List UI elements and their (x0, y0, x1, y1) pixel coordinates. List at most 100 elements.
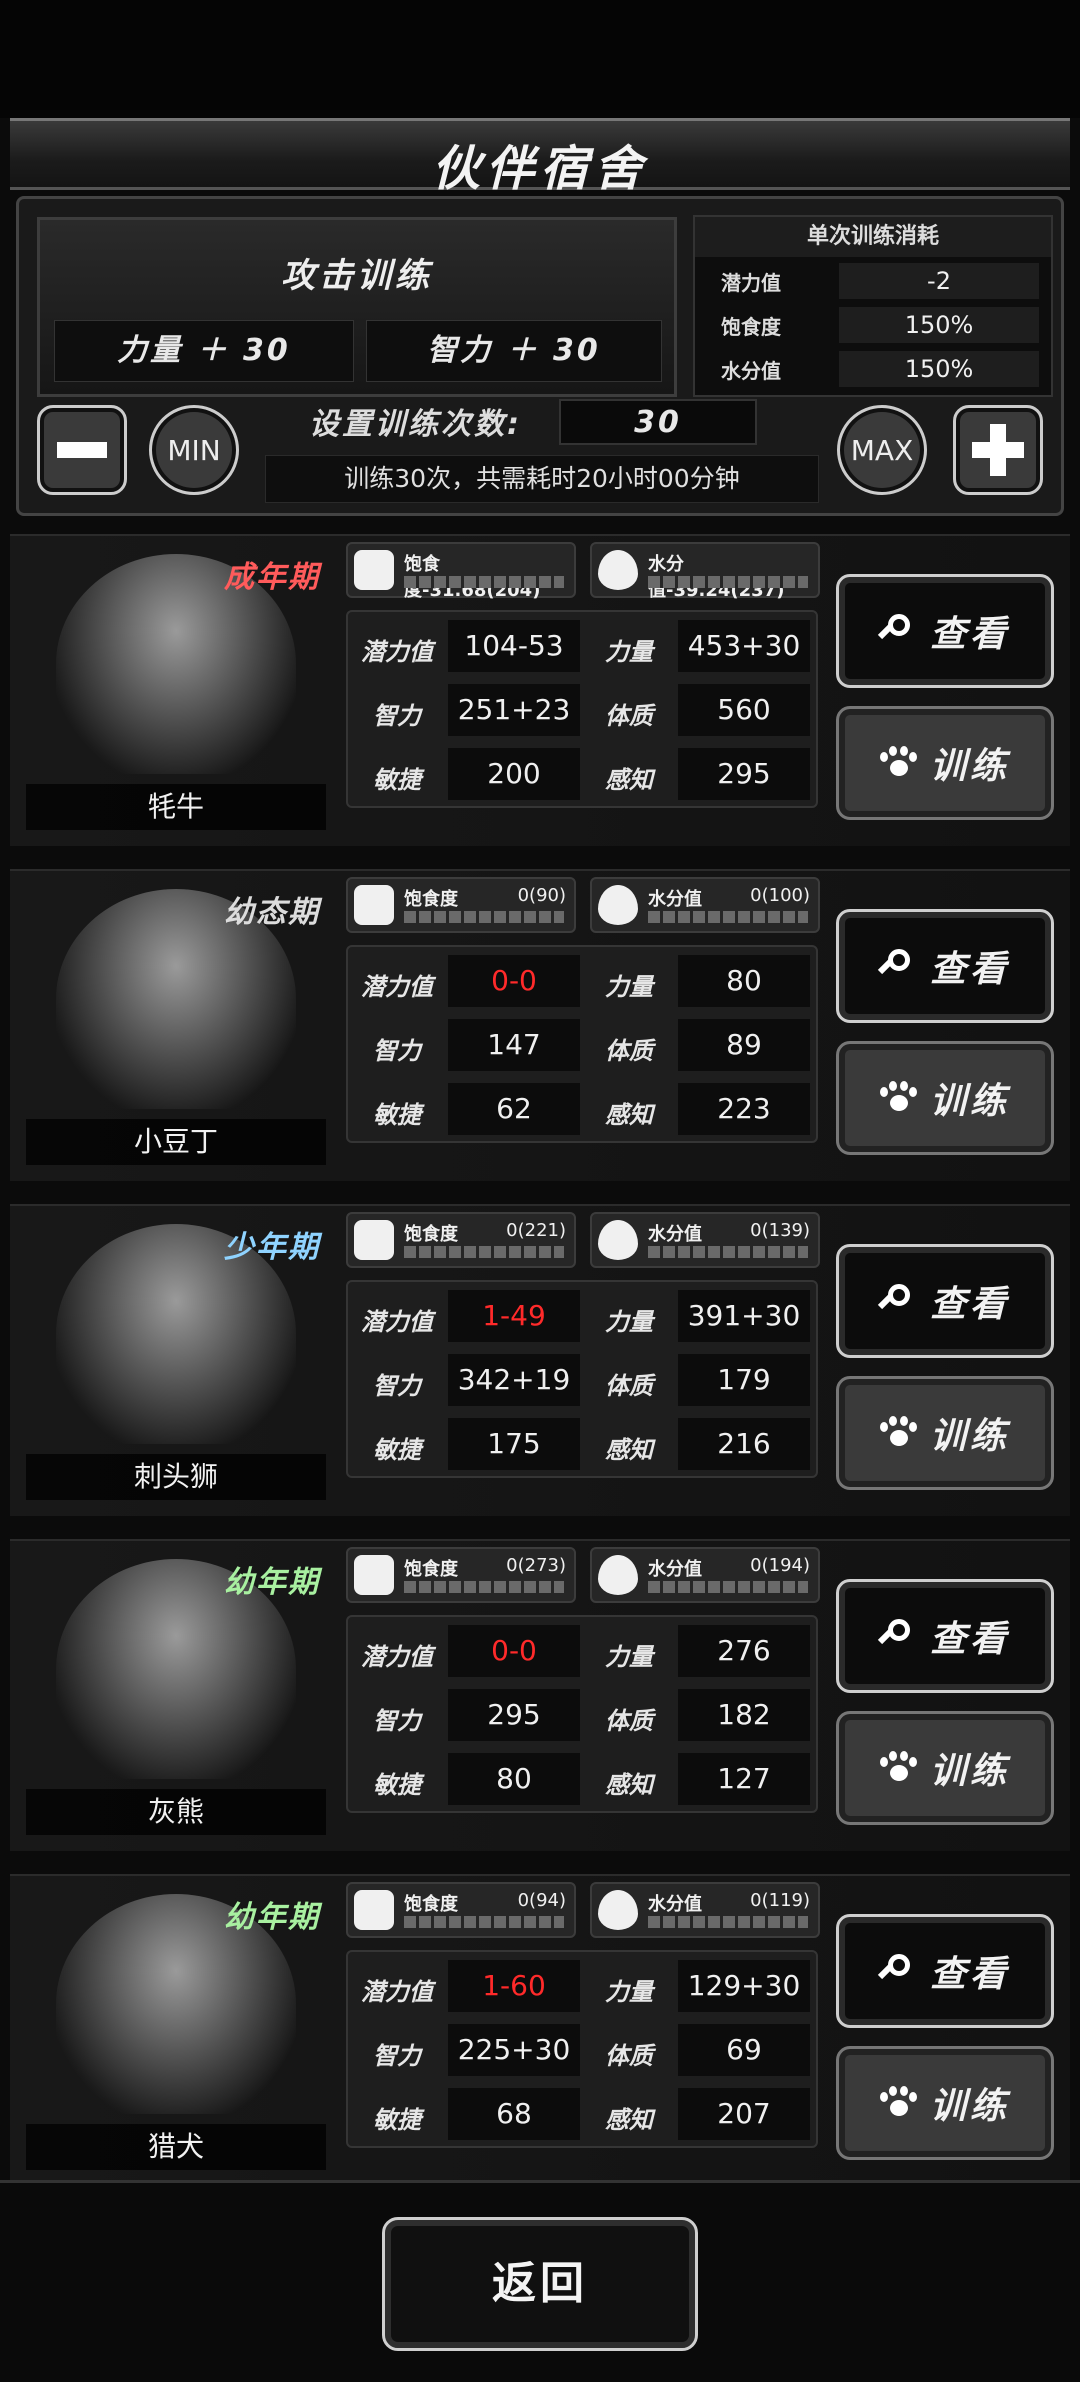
view-button[interactable]: 查看 (836, 1914, 1054, 2028)
paw-icon (879, 2086, 917, 2120)
training-panel: 攻击训练 力量 ＋ 30 智力 ＋ 30 单次训练消耗 潜力值 -2 饱食度 1… (16, 196, 1064, 516)
cost-row: 饱食度 150% (705, 305, 1045, 345)
constitution-label: 体质 (605, 1037, 653, 1065)
water-bar (648, 1246, 808, 1258)
stats-grid: 潜力值 1-60 力量 129+30 智力 225+30 体质 69 敏捷 68… (346, 1950, 818, 2148)
satiety-bar (404, 1581, 564, 1593)
satiety-label: 饱食度 (404, 1224, 458, 1245)
strength-label: 力量 (605, 1978, 653, 2006)
count-input[interactable]: 30 (559, 399, 757, 445)
satiety-bar (404, 576, 564, 588)
water-meter: 水分值 0(119) (590, 1882, 820, 1938)
paw-icon (879, 746, 917, 780)
cost-title: 单次训练消耗 (695, 217, 1051, 257)
train-button[interactable]: 训练 (836, 2046, 1054, 2160)
constitution-label: 体质 (605, 1707, 653, 1735)
strength-bonus: 力量 ＋ 30 (54, 320, 354, 382)
view-button[interactable]: 查看 (836, 1579, 1054, 1693)
water-label: 水分值 (648, 1559, 702, 1580)
potential-value: 1-49 (448, 1290, 580, 1342)
agility-value: 175 (448, 1418, 580, 1470)
water-bar (648, 911, 808, 923)
potential-label: 潜力值 (361, 1978, 433, 2006)
train-button[interactable]: 训练 (836, 1041, 1054, 1155)
max-button[interactable]: MAX (837, 405, 927, 495)
satiety-value: 0(273) (506, 1555, 566, 1576)
count-label: 设置训练次数: (309, 407, 522, 442)
back-button[interactable]: 返回 (382, 2217, 698, 2351)
top-bar (0, 0, 1080, 118)
train-button[interactable]: 训练 (836, 1711, 1054, 1825)
intellect-value: 225+30 (448, 2024, 580, 2076)
stomach-icon (354, 1890, 394, 1930)
perception-value: 127 (678, 1753, 810, 1805)
potential-value: 104-53 (448, 620, 580, 672)
train-label: 训练 (929, 1751, 1010, 1792)
strength-value: 453+30 (678, 620, 810, 672)
perception-label: 感知 (605, 1101, 653, 1129)
cost-label: 水分值 (721, 359, 781, 383)
water-drop-icon (598, 885, 638, 925)
satiety-label: 饱食度 (404, 1894, 458, 1915)
view-button[interactable]: 查看 (836, 574, 1054, 688)
agility-label: 敏捷 (373, 1771, 421, 1799)
constitution-label: 体质 (605, 702, 653, 730)
train-button[interactable]: 训练 (836, 1376, 1054, 1490)
potential-label: 潜力值 (361, 638, 433, 666)
perception-value: 216 (678, 1418, 810, 1470)
water-meter: 水分值 0(139) (590, 1212, 820, 1268)
intellect-label: 智力 (373, 1037, 421, 1065)
min-button[interactable]: MIN (149, 405, 239, 495)
view-label: 查看 (929, 1619, 1010, 1660)
companion-card: 小豆丁 幼态期 饱食度 0(90) 水分值 0(100) 潜力值 0-0 力量 … (0, 865, 1080, 1183)
satiety-meter: 饱食度 0(221) (346, 1212, 576, 1268)
satiety-meter: 饱食度-31.68(204) (346, 542, 576, 601)
magnifier-icon (880, 1954, 914, 1988)
stomach-icon (354, 550, 394, 590)
water-bar (648, 576, 808, 588)
constitution-value: 179 (678, 1354, 810, 1406)
intellect-value: 295 (448, 1689, 580, 1741)
potential-label: 潜力值 (361, 1643, 433, 1671)
minus-icon (57, 442, 107, 458)
satiety-label: 饱食度 (404, 1559, 458, 1580)
cost-value: 150% (839, 307, 1039, 343)
strength-value: 276 (678, 1625, 810, 1677)
companion-name: 猎犬 (26, 2124, 326, 2170)
intellect-label: 智力 (373, 2042, 421, 2070)
satiety-bar (404, 1916, 564, 1928)
train-button[interactable]: 训练 (836, 706, 1054, 820)
perception-label: 感知 (605, 766, 653, 794)
training-name: 攻击训练 (281, 256, 433, 296)
water-value: 0(139) (750, 1220, 810, 1241)
perception-value: 295 (678, 748, 810, 800)
satiety-value: 0(94) (517, 1890, 566, 1911)
companion-card: 刺头狮 少年期 饱食度 0(221) 水分值 0(139) 潜力值 1-49 力… (0, 1200, 1080, 1518)
view-button[interactable]: 查看 (836, 1244, 1054, 1358)
water-drop-icon (598, 1890, 638, 1930)
agility-value: 62 (448, 1083, 580, 1135)
water-drop-icon (598, 1555, 638, 1595)
magnifier-icon (880, 949, 914, 983)
increase-button[interactable] (953, 405, 1043, 495)
satiety-value: 0(90) (517, 885, 566, 906)
footer: 返回 (0, 2180, 1080, 2382)
view-button[interactable]: 查看 (836, 909, 1054, 1023)
perception-label: 感知 (605, 1771, 653, 1799)
water-bar (648, 1581, 808, 1593)
constitution-value: 182 (678, 1689, 810, 1741)
water-label: 水分值 (648, 1894, 702, 1915)
water-value: 0(100) (750, 885, 810, 906)
magnifier-icon (880, 1619, 914, 1653)
cost-label: 饱食度 (721, 315, 781, 339)
water-drop-icon (598, 1220, 638, 1260)
growth-stage: 幼年期 (224, 1565, 320, 1600)
satiety-meter: 饱食度 0(94) (346, 1882, 576, 1938)
training-type-box: 攻击训练 力量 ＋ 30 智力 ＋ 30 (37, 217, 677, 397)
water-meter: 水分值-39.24(237) (590, 542, 820, 601)
agility-label: 敏捷 (373, 1101, 421, 1129)
intellect-value: 147 (448, 1019, 580, 1071)
train-label: 训练 (929, 746, 1010, 787)
decrease-button[interactable] (37, 405, 127, 495)
strength-value: 80 (678, 955, 810, 1007)
